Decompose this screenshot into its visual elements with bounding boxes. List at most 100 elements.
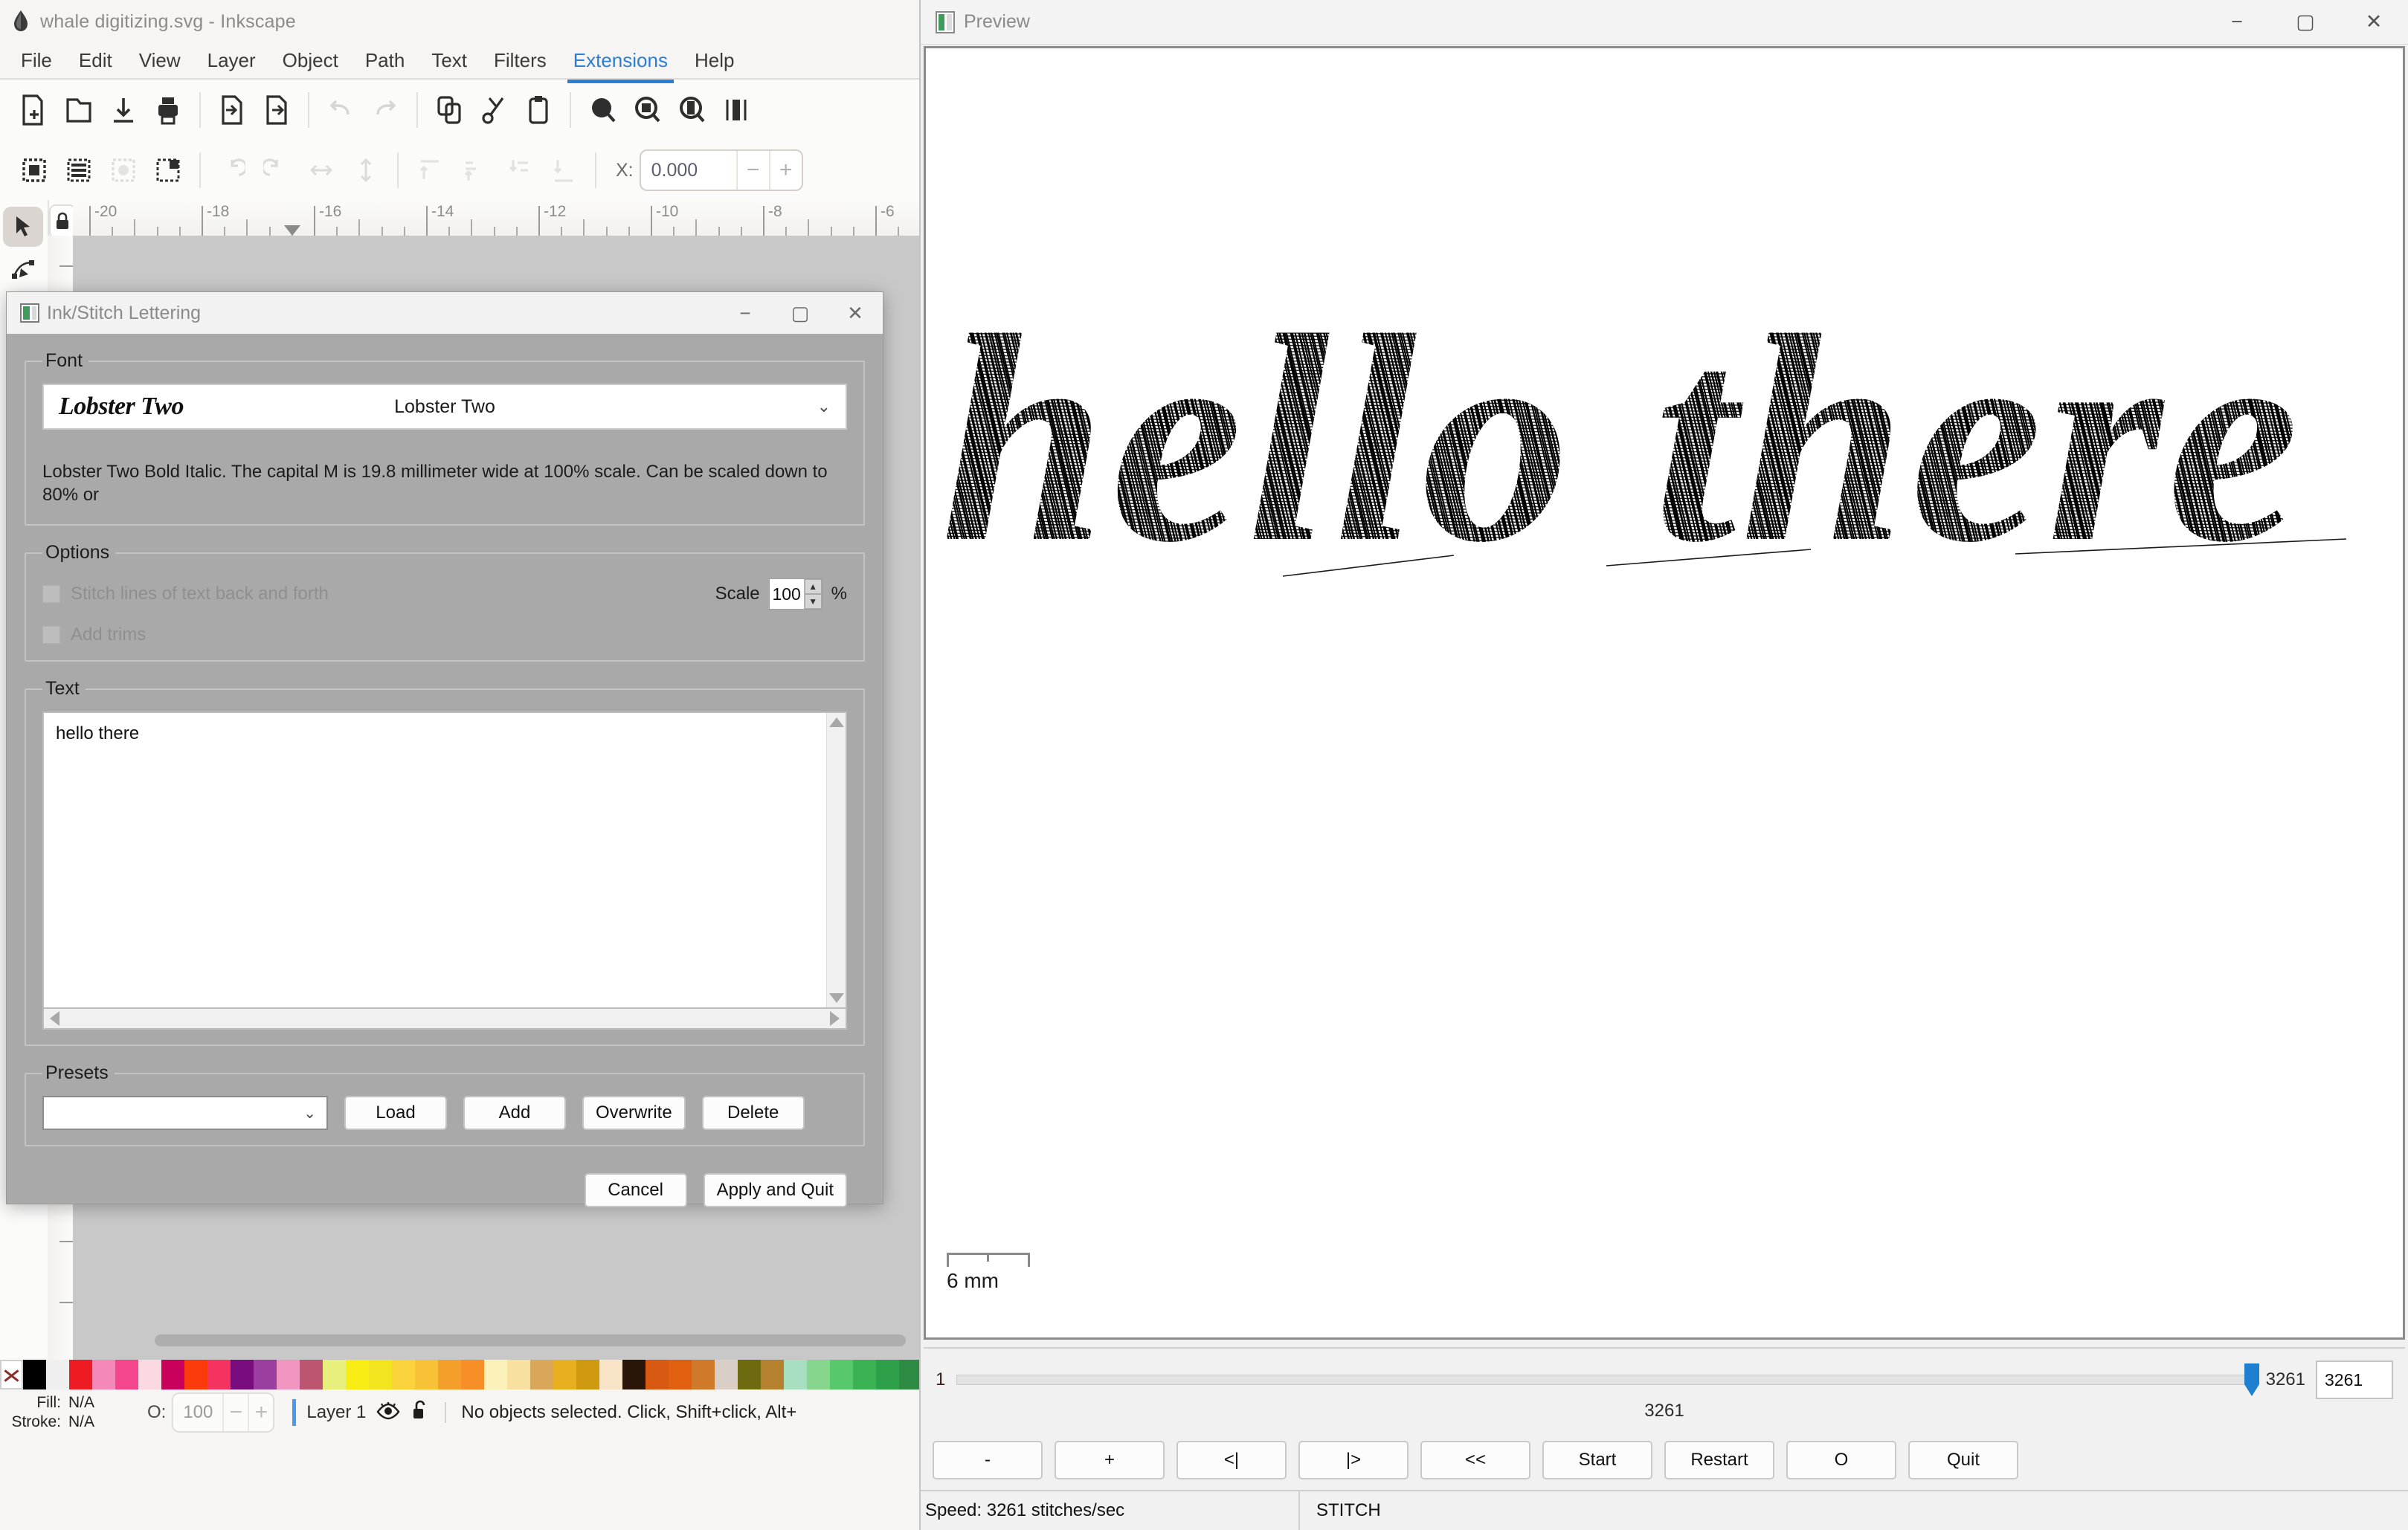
- fill-stroke-indicator[interactable]: Fill: N/A Stroke: N/A: [6, 1393, 131, 1432]
- minimize-button[interactable]: −: [718, 292, 773, 334]
- palette-swatch[interactable]: [92, 1360, 115, 1389]
- rewind-button[interactable]: <<: [1420, 1441, 1530, 1479]
- menu-help[interactable]: Help: [681, 45, 747, 77]
- palette-swatch[interactable]: [599, 1360, 622, 1389]
- rotate-ccw-icon[interactable]: [210, 146, 254, 194]
- menu-file[interactable]: File: [7, 45, 65, 77]
- horizontal-ruler[interactable]: -20 -18 -16 -14 -12 -10 -8 -6: [73, 200, 922, 236]
- flip-horizontal-icon[interactable]: [299, 146, 344, 194]
- add-trims-checkbox[interactable]: [42, 626, 60, 645]
- palette-swatch[interactable]: [161, 1360, 184, 1389]
- stitch-back-forth-checkbox[interactable]: [42, 585, 60, 604]
- redo-icon[interactable]: [363, 86, 408, 134]
- zoom-page-width-icon[interactable]: [714, 86, 759, 134]
- apply-and-quit-button[interactable]: Apply and Quit: [703, 1173, 847, 1208]
- step-backward-button[interactable]: <|: [1176, 1441, 1287, 1479]
- cut-icon[interactable]: [471, 86, 516, 134]
- menu-extensions[interactable]: Extensions: [560, 45, 681, 83]
- scale-spinner[interactable]: ▲ ▼: [803, 579, 822, 610]
- select-all-layers-icon[interactable]: [57, 146, 101, 194]
- close-button[interactable]: ✕: [828, 292, 883, 334]
- new-document-icon[interactable]: [12, 86, 57, 134]
- scroll-left-arrow-icon[interactable]: [50, 1011, 59, 1027]
- rotate-cw-icon[interactable]: [254, 146, 299, 194]
- maximize-button[interactable]: ▢: [2271, 0, 2340, 45]
- canvas-horizontal-scrollbar[interactable]: [155, 1334, 906, 1346]
- palette-swatch[interactable]: [138, 1360, 161, 1389]
- palette-swatch[interactable]: [231, 1360, 254, 1389]
- stitch-slider-thumb[interactable]: [2241, 1363, 2262, 1398]
- speed-increase-button[interactable]: +: [1055, 1441, 1165, 1479]
- palette-swatch[interactable]: [853, 1360, 876, 1389]
- palette-swatch[interactable]: [115, 1360, 138, 1389]
- opacity-value[interactable]: 100: [173, 1402, 222, 1423]
- palette-swatch[interactable]: [761, 1360, 784, 1389]
- scale-increment-button[interactable]: ▲: [804, 579, 822, 595]
- x-input[interactable]: [640, 151, 736, 190]
- x-increment-button[interactable]: +: [768, 151, 802, 190]
- zoom-page-icon[interactable]: [669, 86, 714, 134]
- menu-edit[interactable]: Edit: [65, 45, 126, 77]
- speed-decrease-button[interactable]: -: [933, 1441, 1043, 1479]
- scale-input-box[interactable]: 100 ▲ ▼: [768, 578, 822, 610]
- start-button[interactable]: Start: [1542, 1441, 1652, 1479]
- opacity-increment-button[interactable]: +: [248, 1394, 273, 1431]
- menu-object[interactable]: Object: [269, 45, 352, 77]
- export-icon[interactable]: [254, 86, 299, 134]
- select-same-icon[interactable]: [101, 146, 146, 194]
- palette-swatch[interactable]: [692, 1360, 715, 1389]
- palette-swatch[interactable]: [392, 1360, 415, 1389]
- selector-tool[interactable]: [3, 207, 43, 247]
- stitch-slider-track[interactable]: [956, 1363, 2259, 1396]
- palette-swatch[interactable]: [207, 1360, 231, 1389]
- opacity-input-box[interactable]: 100 − +: [172, 1392, 275, 1433]
- preset-combobox[interactable]: ⌄: [42, 1096, 328, 1131]
- zoom-drawing-icon[interactable]: [625, 86, 669, 134]
- palette-none-swatch[interactable]: [0, 1360, 23, 1389]
- palette-swatch[interactable]: [369, 1360, 392, 1389]
- close-button[interactable]: ✕: [2340, 0, 2408, 45]
- palette-swatch[interactable]: [738, 1360, 761, 1389]
- font-select[interactable]: Lobster Two Lobster Two ⌄: [42, 384, 847, 430]
- palette-swatch[interactable]: [576, 1360, 599, 1389]
- palette-swatch[interactable]: [46, 1360, 69, 1389]
- palette-swatch[interactable]: [646, 1360, 669, 1389]
- opacity-decrement-button[interactable]: −: [222, 1394, 248, 1431]
- node-editor-tool[interactable]: [3, 249, 43, 289]
- palette-swatch[interactable]: [784, 1360, 807, 1389]
- import-icon[interactable]: [210, 86, 254, 134]
- palette-swatch[interactable]: [484, 1360, 507, 1389]
- palette-swatch[interactable]: [715, 1360, 738, 1389]
- minimize-button[interactable]: −: [2203, 0, 2271, 45]
- scroll-up-arrow-icon[interactable]: [828, 717, 844, 728]
- palette-swatch[interactable]: [415, 1360, 438, 1389]
- x-input-box[interactable]: − +: [639, 149, 803, 191]
- palette-swatch[interactable]: [323, 1360, 346, 1389]
- palette-swatch[interactable]: [461, 1360, 484, 1389]
- quit-button[interactable]: Quit: [1908, 1441, 2018, 1479]
- origin-button[interactable]: O: [1786, 1441, 1896, 1479]
- visibility-eye-icon[interactable]: [376, 1401, 400, 1425]
- stitch-number-input[interactable]: [2316, 1360, 2393, 1399]
- palette-swatch[interactable]: [830, 1360, 853, 1389]
- overwrite-preset-button[interactable]: Overwrite: [582, 1096, 686, 1131]
- deselect-icon[interactable]: [146, 146, 190, 194]
- layer-name[interactable]: Layer 1: [306, 1402, 366, 1423]
- flip-vertical-icon[interactable]: [344, 146, 388, 194]
- palette-swatch[interactable]: [507, 1360, 530, 1389]
- text-vertical-scrollbar[interactable]: [826, 713, 846, 1008]
- lower-icon[interactable]: [497, 146, 541, 194]
- text-input[interactable]: hello there: [44, 713, 826, 1008]
- menu-view[interactable]: View: [126, 45, 194, 77]
- scroll-down-arrow-icon[interactable]: [828, 993, 844, 1004]
- lower-to-bottom-icon[interactable]: [541, 146, 586, 194]
- color-palette[interactable]: [0, 1360, 922, 1389]
- palette-swatch[interactable]: [23, 1360, 46, 1389]
- select-all-icon[interactable]: [12, 146, 57, 194]
- menu-layer[interactable]: Layer: [194, 45, 269, 77]
- palette-swatch[interactable]: [254, 1360, 277, 1389]
- menu-path[interactable]: Path: [352, 45, 419, 77]
- text-horizontal-scrollbar[interactable]: [42, 1009, 847, 1030]
- menu-filters[interactable]: Filters: [480, 45, 560, 77]
- palette-swatch[interactable]: [438, 1360, 461, 1389]
